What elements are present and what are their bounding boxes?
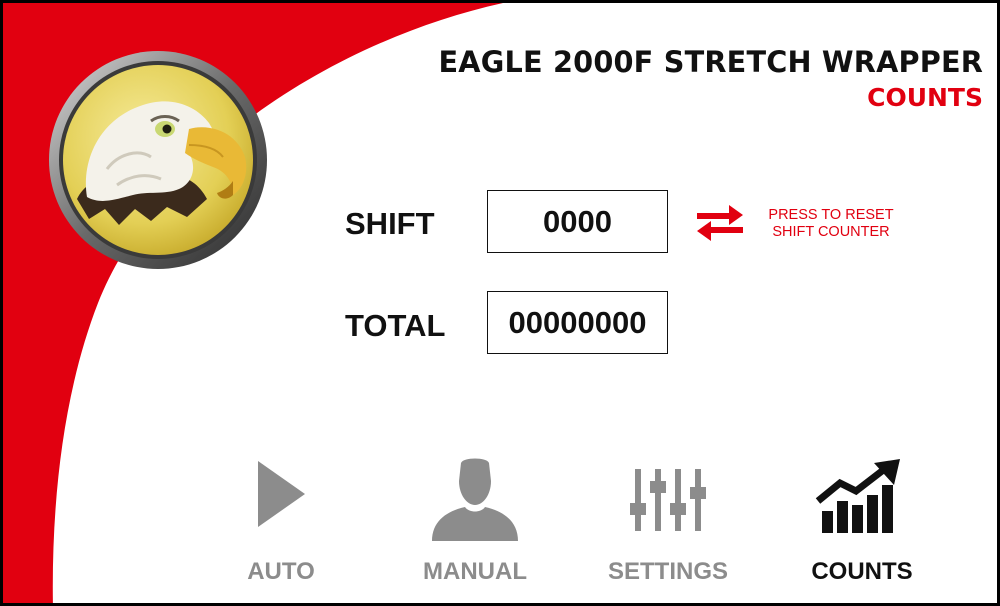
nav-settings-label: SETTINGS [607,558,728,585]
nav-manual-button[interactable]: MANUAL [395,455,555,593]
total-label: TOTAL [345,308,446,343]
screen-frame: EAGLE 2000F STRETCH WRAPPER COUNTS SHIFT… [0,0,1000,606]
nav-auto-button[interactable]: AUTO [201,455,361,593]
chart-icon [815,459,900,533]
nav-settings-button[interactable]: SETTINGS [588,455,748,593]
person-icon [432,458,518,541]
page-title: EAGLE 2000F STRETCH WRAPPER [438,45,983,79]
reset-shift-counter-button[interactable]: PRESS TO RESET SHIFT COUNTER [755,207,907,241]
nav-counts-button[interactable]: COUNTS [782,455,942,593]
page-subtitle: COUNTS [867,83,983,112]
sliders-icon [630,469,706,531]
reset-text-line2: SHIFT COUNTER [772,224,890,240]
nav-counts-label: COUNTS [811,558,913,585]
shift-counter-value: 0000 [487,190,668,253]
play-icon [258,461,305,527]
total-counter-value: 00000000 [487,291,668,354]
reset-text-line1: PRESS TO RESET [768,207,894,223]
reset-arrows-icon[interactable] [693,201,747,245]
nav-auto-label: AUTO [247,558,315,585]
shift-label: SHIFT [345,206,435,241]
eagle-icon [49,51,267,269]
nav-manual-label: MANUAL [423,558,527,585]
